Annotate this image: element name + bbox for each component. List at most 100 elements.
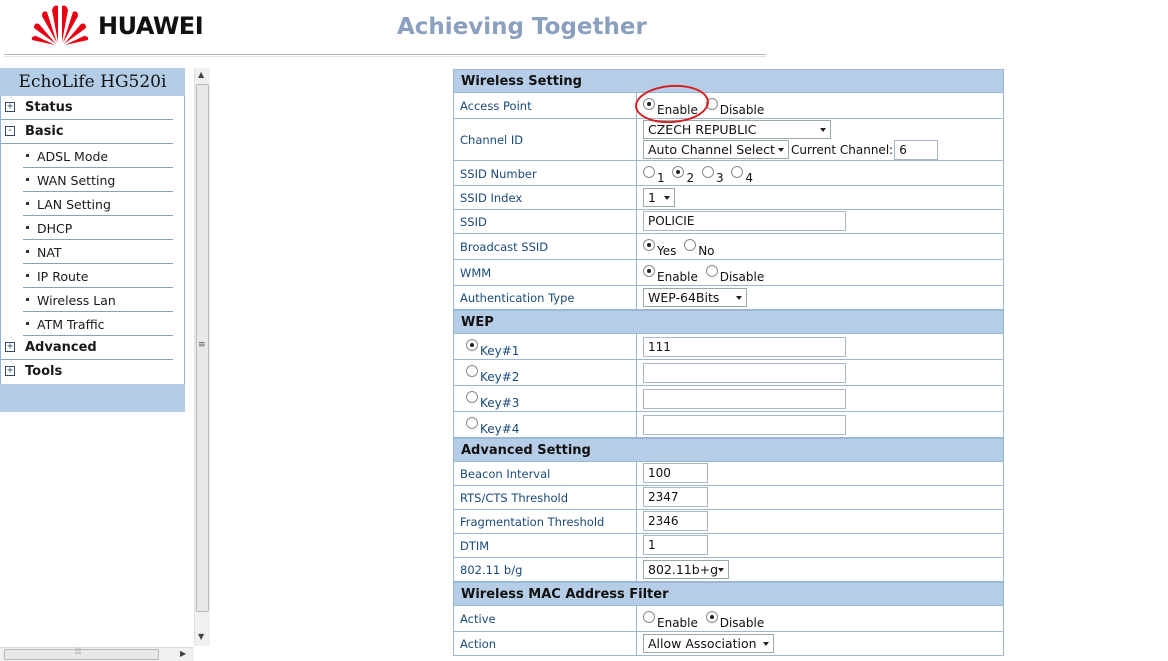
broadcast-ssid-yes-radio[interactable] bbox=[643, 239, 655, 251]
80211-mode-label: 802.11 b/g bbox=[460, 563, 523, 577]
nav-item-status[interactable]: + Status bbox=[1, 96, 173, 120]
channel-select[interactable]: Auto Channel Select bbox=[643, 140, 789, 159]
column-divider bbox=[636, 210, 637, 233]
ssid-number-2-radio[interactable] bbox=[672, 166, 685, 178]
wep-key-2-input[interactable] bbox=[643, 363, 846, 383]
wep-key-3-radio[interactable] bbox=[466, 391, 478, 403]
nav-subitem-label[interactable]: Wireless Lan bbox=[37, 293, 116, 308]
bullet-icon bbox=[26, 250, 29, 253]
dtim-input[interactable]: 1 bbox=[643, 535, 708, 555]
ssid-number-3-radio[interactable] bbox=[701, 166, 714, 178]
nav-subitem-wan-setting[interactable]: WAN Setting bbox=[23, 168, 173, 192]
scroll-right-arrow-icon[interactable]: ▶ bbox=[180, 649, 186, 658]
radio-label: Key#1 bbox=[480, 344, 520, 358]
bullet-icon bbox=[26, 226, 29, 229]
nav-subitem-label[interactable]: IP Route bbox=[37, 269, 88, 284]
dropdown-arrow-icon bbox=[778, 148, 784, 152]
expand-plus-icon[interactable]: + bbox=[5, 342, 15, 352]
left-navigation-frame: EchoLife HG520i + Status - Basic ADSL Mo… bbox=[0, 68, 210, 661]
nav-subitem-ip-route[interactable]: IP Route bbox=[23, 264, 173, 288]
scroll-up-arrow-icon[interactable]: ▲ bbox=[198, 70, 204, 79]
fragmentation-threshold-input[interactable]: 2346 bbox=[643, 511, 708, 531]
ssid-wrap: POLICIE bbox=[643, 211, 846, 231]
rts-cts-threshold-input[interactable]: 2347 bbox=[643, 487, 708, 507]
row-ssid-number: SSID Number 1 2 3 4 bbox=[453, 161, 1004, 186]
column-divider bbox=[636, 534, 637, 557]
radio-label: Disable bbox=[719, 103, 765, 117]
dropdown-arrow-icon bbox=[763, 642, 769, 646]
vertical-scrollbar[interactable]: ▲ ≡ ▼ bbox=[194, 68, 210, 646]
nav-subitem-atm-traffic[interactable]: ATM Traffic bbox=[23, 312, 173, 336]
collapse-minus-icon[interactable]: - bbox=[5, 126, 15, 136]
column-divider bbox=[636, 186, 637, 209]
column-divider bbox=[636, 632, 637, 655]
nav-item-advanced[interactable]: + Advanced bbox=[1, 336, 173, 360]
wmm-enable-radio[interactable] bbox=[643, 265, 655, 277]
nav-subitem-label[interactable]: ATM Traffic bbox=[37, 317, 105, 332]
wep-key-4-input[interactable] bbox=[643, 415, 846, 435]
radio-label: Key#4 bbox=[480, 422, 520, 436]
wep-key-1-input[interactable]: 111 bbox=[643, 337, 846, 357]
mac-filter-enable-radio[interactable] bbox=[643, 611, 655, 623]
wep-key-1-wrap: 111 bbox=[643, 337, 846, 357]
column-divider bbox=[636, 486, 637, 509]
mac-filter-action-select[interactable]: Allow Association bbox=[643, 634, 774, 653]
nav-subitem-label[interactable]: NAT bbox=[37, 245, 62, 260]
wep-key-2-radio[interactable] bbox=[466, 365, 478, 377]
current-channel-input[interactable]: 6 bbox=[894, 140, 939, 160]
dropdown-arrow-icon bbox=[736, 296, 742, 300]
mac-filter-disable-radio[interactable] bbox=[705, 611, 718, 623]
row-ssid-index: SSID Index 1 bbox=[453, 186, 1004, 210]
broadcast-ssid-no-radio[interactable] bbox=[684, 239, 697, 251]
80211-mode-select[interactable]: 802.11b+g bbox=[643, 560, 729, 579]
radio-label: Enable bbox=[657, 270, 698, 284]
authentication-type-label: Authentication Type bbox=[460, 291, 575, 305]
nav-item-basic[interactable]: - Basic bbox=[1, 120, 173, 144]
ssid-number-1-radio[interactable] bbox=[643, 166, 655, 178]
bullet-icon bbox=[26, 202, 29, 205]
row-ssid: SSID POLICIE bbox=[453, 210, 1004, 234]
select-value: Allow Association bbox=[648, 636, 757, 651]
ssid-input[interactable]: POLICIE bbox=[643, 211, 846, 231]
column-divider bbox=[636, 119, 637, 160]
row-authentication-type: Authentication Type WEP-64Bits bbox=[453, 286, 1004, 310]
nav-subitem-wireless-lan[interactable]: Wireless Lan bbox=[23, 288, 173, 312]
column-divider bbox=[636, 462, 637, 485]
horizontal-scrollbar[interactable]: ⦙⦙⦙ ▶ bbox=[0, 647, 194, 661]
ssid-number-4-radio[interactable] bbox=[731, 166, 744, 178]
nav-subitem-nat[interactable]: NAT bbox=[23, 240, 173, 264]
wep-key-3-input[interactable] bbox=[643, 389, 846, 409]
dropdown-arrow-icon bbox=[664, 196, 670, 200]
nav-subitem-label[interactable]: DHCP bbox=[37, 221, 72, 236]
section-wep: WEP bbox=[453, 310, 1004, 334]
nav-subitem-dhcp[interactable]: DHCP bbox=[23, 216, 173, 240]
section-advanced-setting: Advanced Setting bbox=[453, 438, 1004, 462]
scroll-down-arrow-icon[interactable]: ▼ bbox=[198, 632, 204, 641]
ssid-index-select[interactable]: 1 bbox=[643, 188, 675, 207]
row-wep-key-2: Key#2 bbox=[453, 360, 1004, 386]
wep-key-4-wrap bbox=[643, 415, 846, 438]
bullet-icon bbox=[26, 274, 29, 277]
scrollbar-thumb[interactable] bbox=[4, 649, 159, 660]
mac-filter-action-label: Action bbox=[460, 637, 497, 651]
nav-subitem-label[interactable]: WAN Setting bbox=[37, 173, 115, 188]
expand-plus-icon[interactable]: + bbox=[5, 102, 15, 112]
slogan: Achieving Together bbox=[397, 14, 647, 40]
wep-key-4-radio[interactable] bbox=[466, 417, 478, 429]
row-beacon-interval: Beacon Interval 100 bbox=[453, 462, 1004, 486]
authentication-type-select[interactable]: WEP-64Bits bbox=[643, 288, 747, 307]
select-value: WEP-64Bits bbox=[648, 290, 720, 305]
nav-subitem-adsl-mode[interactable]: ADSL Mode bbox=[23, 144, 173, 168]
wmm-disable-radio[interactable] bbox=[705, 265, 718, 277]
beacon-interval-input[interactable]: 100 bbox=[643, 463, 708, 483]
action-wrap: Allow Association bbox=[643, 634, 774, 653]
nav-subitem-lan-setting[interactable]: LAN Setting bbox=[23, 192, 173, 216]
nav-subitem-label[interactable]: ADSL Mode bbox=[37, 149, 108, 164]
wmm-label: WMM bbox=[460, 266, 492, 280]
wep-key-1-radio[interactable] bbox=[466, 339, 478, 351]
wep-key-2-radio-wrap: Key#2 bbox=[466, 365, 523, 384]
column-divider bbox=[636, 360, 637, 385]
expand-plus-icon[interactable]: + bbox=[5, 366, 15, 376]
nav-subitem-label[interactable]: LAN Setting bbox=[37, 197, 111, 212]
nav-item-tools[interactable]: + Tools bbox=[1, 360, 173, 384]
